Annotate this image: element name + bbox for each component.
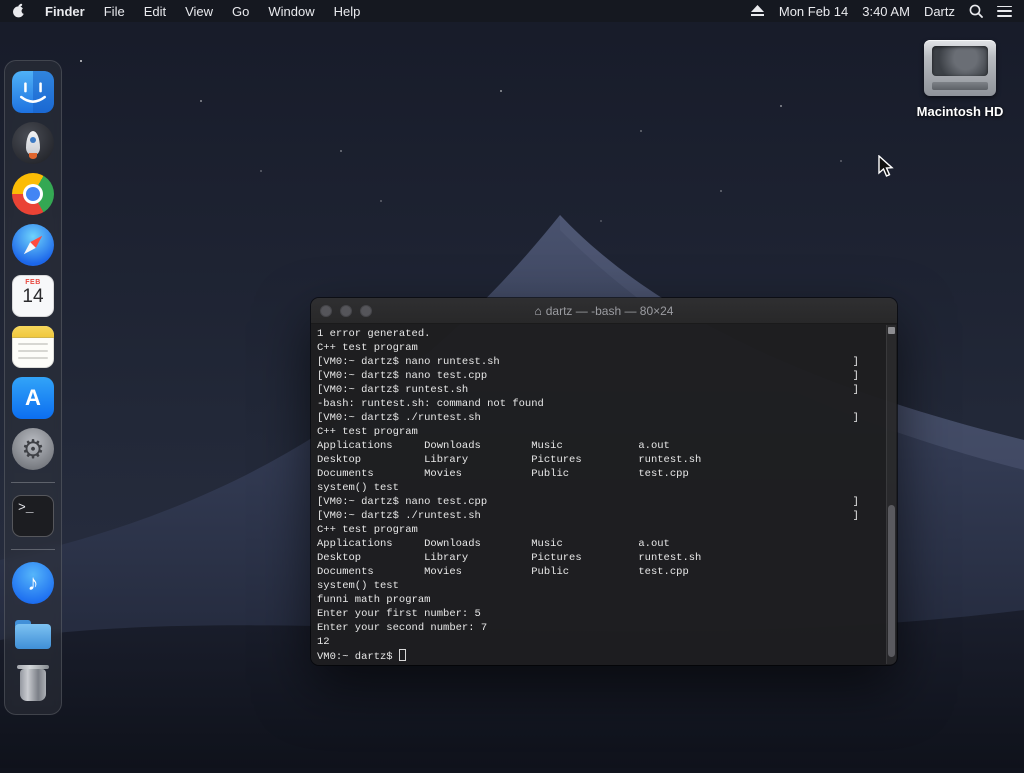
terminal-line: Applications Downloads Music a.out	[317, 538, 670, 550]
menu-item-file[interactable]: File	[104, 4, 125, 19]
terminal-line: [VM0:~ dartz$ nano test.cpp ]	[317, 370, 859, 382]
music-note-icon: ♪	[27, 570, 39, 595]
menu-item-edit[interactable]: Edit	[144, 4, 166, 19]
terminal-line: [VM0:~ dartz$ runtest.sh ]	[317, 384, 859, 396]
home-folder-icon: ⌂	[534, 303, 542, 318]
terminal-line: funni math program	[317, 594, 431, 606]
gear-icon: ⚙	[21, 434, 45, 464]
terminal-title: ⌂ dartz — -bash — 80×24	[534, 303, 674, 318]
terminal-cursor	[398, 649, 406, 661]
menu-item-view[interactable]: View	[185, 4, 213, 19]
terminal-prompt: VM0:~ dartz$	[317, 651, 399, 663]
dock-itunes-icon[interactable]: ♪	[12, 562, 54, 604]
terminal-line: C++ test program	[317, 524, 418, 536]
terminal-line: Enter your first number: 5	[317, 608, 481, 620]
terminal-line: [VM0:~ dartz$ nano test.cpp ]	[317, 496, 859, 508]
terminal-line: Desktop Library Pictures runtest.sh	[317, 552, 702, 564]
menu-bar: Finder File Edit View Go Window Help Mon…	[0, 0, 1024, 22]
dock-chrome-icon[interactable]	[12, 173, 54, 215]
terminal-prompt-glyph: >_	[18, 500, 34, 515]
zoom-button[interactable]	[360, 304, 372, 317]
terminal-line: [VM0:~ dartz$ ./runtest.sh ]	[317, 510, 859, 522]
terminal-line: system() test	[317, 580, 399, 592]
dock-trash-icon[interactable]	[12, 664, 54, 706]
scrollbar-anchor[interactable]	[888, 327, 895, 334]
menu-item-help[interactable]: Help	[334, 4, 361, 19]
terminal-line: Documents Movies Public test.cpp	[317, 566, 689, 578]
close-button[interactable]	[320, 304, 332, 317]
terminal-line: Enter your second number: 7	[317, 622, 488, 634]
menu-item-go[interactable]: Go	[232, 4, 249, 19]
menu-clock-time[interactable]: 3:40 AM	[862, 4, 910, 19]
calendar-day: 14	[22, 286, 44, 307]
dock-downloads-folder-icon[interactable]	[12, 613, 54, 655]
dock-calendar-icon[interactable]: FEB 14	[12, 275, 54, 317]
menu-app-name[interactable]: Finder	[45, 4, 85, 19]
dock-terminal-icon[interactable]: >_	[12, 495, 54, 537]
dock-safari-icon[interactable]	[12, 224, 54, 266]
terminal-line: [VM0:~ dartz$ nano runtest.sh ]	[317, 356, 859, 368]
terminal-line: Documents Movies Public test.cpp	[317, 468, 689, 480]
hard-drive-icon[interactable]	[924, 40, 996, 96]
terminal-line: 1 error generated.	[317, 328, 431, 340]
terminal-scrollbar[interactable]	[886, 325, 896, 664]
scrollbar-thumb[interactable]	[888, 504, 895, 658]
terminal-content[interactable]: 1 error generated. C++ test program [VM0…	[311, 324, 897, 665]
dock-launchpad-icon[interactable]	[12, 122, 54, 164]
drive-label: Macintosh HD	[916, 104, 1004, 119]
apple-menu-icon[interactable]	[12, 3, 28, 19]
dock-divider	[11, 482, 55, 483]
terminal-line: -bash: runtest.sh: command not found	[317, 398, 544, 410]
dock: FEB 14 A ⚙ >_ ♪	[4, 60, 62, 715]
desktop-drive-macintosh-hd[interactable]: Macintosh HD	[916, 40, 1004, 119]
minimize-button[interactable]	[340, 304, 352, 317]
spotlight-search-icon[interactable]	[969, 4, 983, 18]
terminal-line: Applications Downloads Music a.out	[317, 440, 670, 452]
terminal-line: C++ test program	[317, 426, 418, 438]
rocket-icon	[26, 131, 40, 159]
dock-divider	[11, 549, 55, 550]
terminal-line: system() test	[317, 482, 399, 494]
terminal-window[interactable]: ⌂ dartz — -bash — 80×24 1 error generated…	[311, 298, 897, 665]
terminal-prompt-line: VM0:~ dartz$	[317, 649, 883, 663]
terminal-line: Desktop Library Pictures runtest.sh	[317, 454, 702, 466]
dock-finder-icon[interactable]	[12, 71, 54, 113]
dock-system-preferences-icon[interactable]: ⚙	[12, 428, 54, 470]
terminal-titlebar[interactable]: ⌂ dartz — -bash — 80×24	[311, 298, 897, 324]
terminal-line: 12	[317, 636, 330, 648]
dock-notes-icon[interactable]	[12, 326, 54, 368]
menu-item-window[interactable]: Window	[268, 4, 314, 19]
menu-clock-date[interactable]: Mon Feb 14	[779, 4, 848, 19]
eject-icon[interactable]	[750, 5, 765, 17]
trash-bin-icon	[17, 665, 49, 701]
menu-user-name[interactable]: Dartz	[924, 4, 955, 19]
calendar-month: FEB	[25, 279, 41, 286]
dock-app-store-icon[interactable]: A	[12, 377, 54, 419]
compass-needle-icon	[15, 227, 52, 264]
terminal-line: C++ test program	[317, 342, 418, 354]
terminal-line: [VM0:~ dartz$ ./runtest.sh ]	[317, 412, 859, 424]
app-store-glyph: A	[25, 385, 41, 410]
notification-center-icon[interactable]	[997, 5, 1012, 17]
